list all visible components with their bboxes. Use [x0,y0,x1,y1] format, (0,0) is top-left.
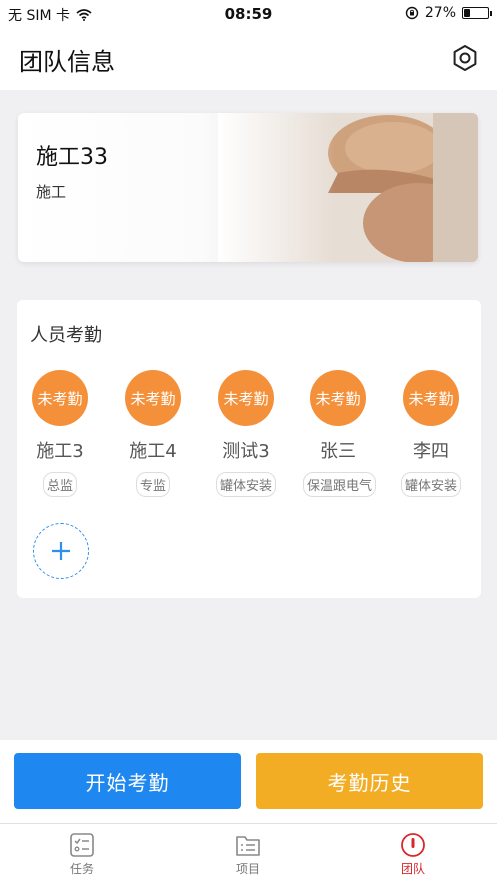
team-name: 施工33 [36,145,108,170]
member-name: 测试3 [222,441,270,462]
tab-project[interactable]: 项目 [208,832,288,877]
task-icon [70,833,94,857]
attendance-title: 人员考勤 [30,325,102,346]
project-icon [236,836,260,856]
tab-label: 任务 [69,862,94,876]
battery-icon [462,7,492,19]
action-bar: 开始考勤 考勤历史 [0,740,497,823]
attendance-status-badge: 未考勤 [218,370,274,426]
member-role-tag: 专监 [135,472,170,497]
member-role-tag: 罐体安装 [215,472,276,497]
add-member-button[interactable] [33,523,89,579]
page-title: 团队信息 [19,48,115,76]
attendance-card: 人员考勤 未考勤 施工3 总监 未考勤 施工4 专监 未考勤 测试3 罐体安装 … [17,300,481,598]
member-role-tag: 罐体安装 [400,472,461,497]
team-banner-card[interactable]: 施工33 施工 [18,113,478,262]
settings-icon[interactable] [451,44,479,72]
tab-team[interactable]: 团队 [373,832,453,877]
member-item[interactable]: 未考勤 测试3 罐体安装 [211,370,281,497]
member-name: 李四 [413,441,449,462]
status-right: 27% [405,5,492,21]
tab-task[interactable]: 任务 [42,832,122,877]
team-type: 施工 [36,183,67,201]
team-icon [401,833,425,857]
worker-illustration [218,113,478,262]
member-name: 施工4 [129,441,177,462]
plus-icon [52,542,70,560]
tab-label: 项目 [235,862,260,876]
member-role-tag: 总监 [42,472,77,497]
member-item[interactable]: 未考勤 施工3 总监 [25,370,95,497]
tab-bar: 任务 项目 团队 [0,823,497,883]
attendance-status-badge: 未考勤 [403,370,459,426]
battery-fill [464,9,471,17]
member-item[interactable]: 未考勤 张三 保温跟电气 [303,370,377,497]
member-role-tag: 保温跟电气 [303,472,377,497]
start-attendance-button[interactable]: 开始考勤 [14,753,241,809]
member-item[interactable]: 未考勤 李四 罐体安装 [396,370,466,497]
tab-label: 团队 [400,862,425,876]
member-name: 张三 [320,441,356,462]
attendance-status-badge: 未考勤 [125,370,181,426]
member-item[interactable]: 未考勤 施工4 专监 [118,370,188,497]
member-name: 施工3 [36,441,84,462]
attendance-status-badge: 未考勤 [32,370,88,426]
attendance-history-button[interactable]: 考勤历史 [256,753,483,809]
status-bar: 无 SIM 卡 08:59 27% [0,0,497,28]
app-header: 团队信息 [0,28,497,90]
battery-percent: 27% [424,5,456,21]
attendance-status-badge: 未考勤 [310,370,366,426]
orientation-lock-icon [405,6,419,20]
